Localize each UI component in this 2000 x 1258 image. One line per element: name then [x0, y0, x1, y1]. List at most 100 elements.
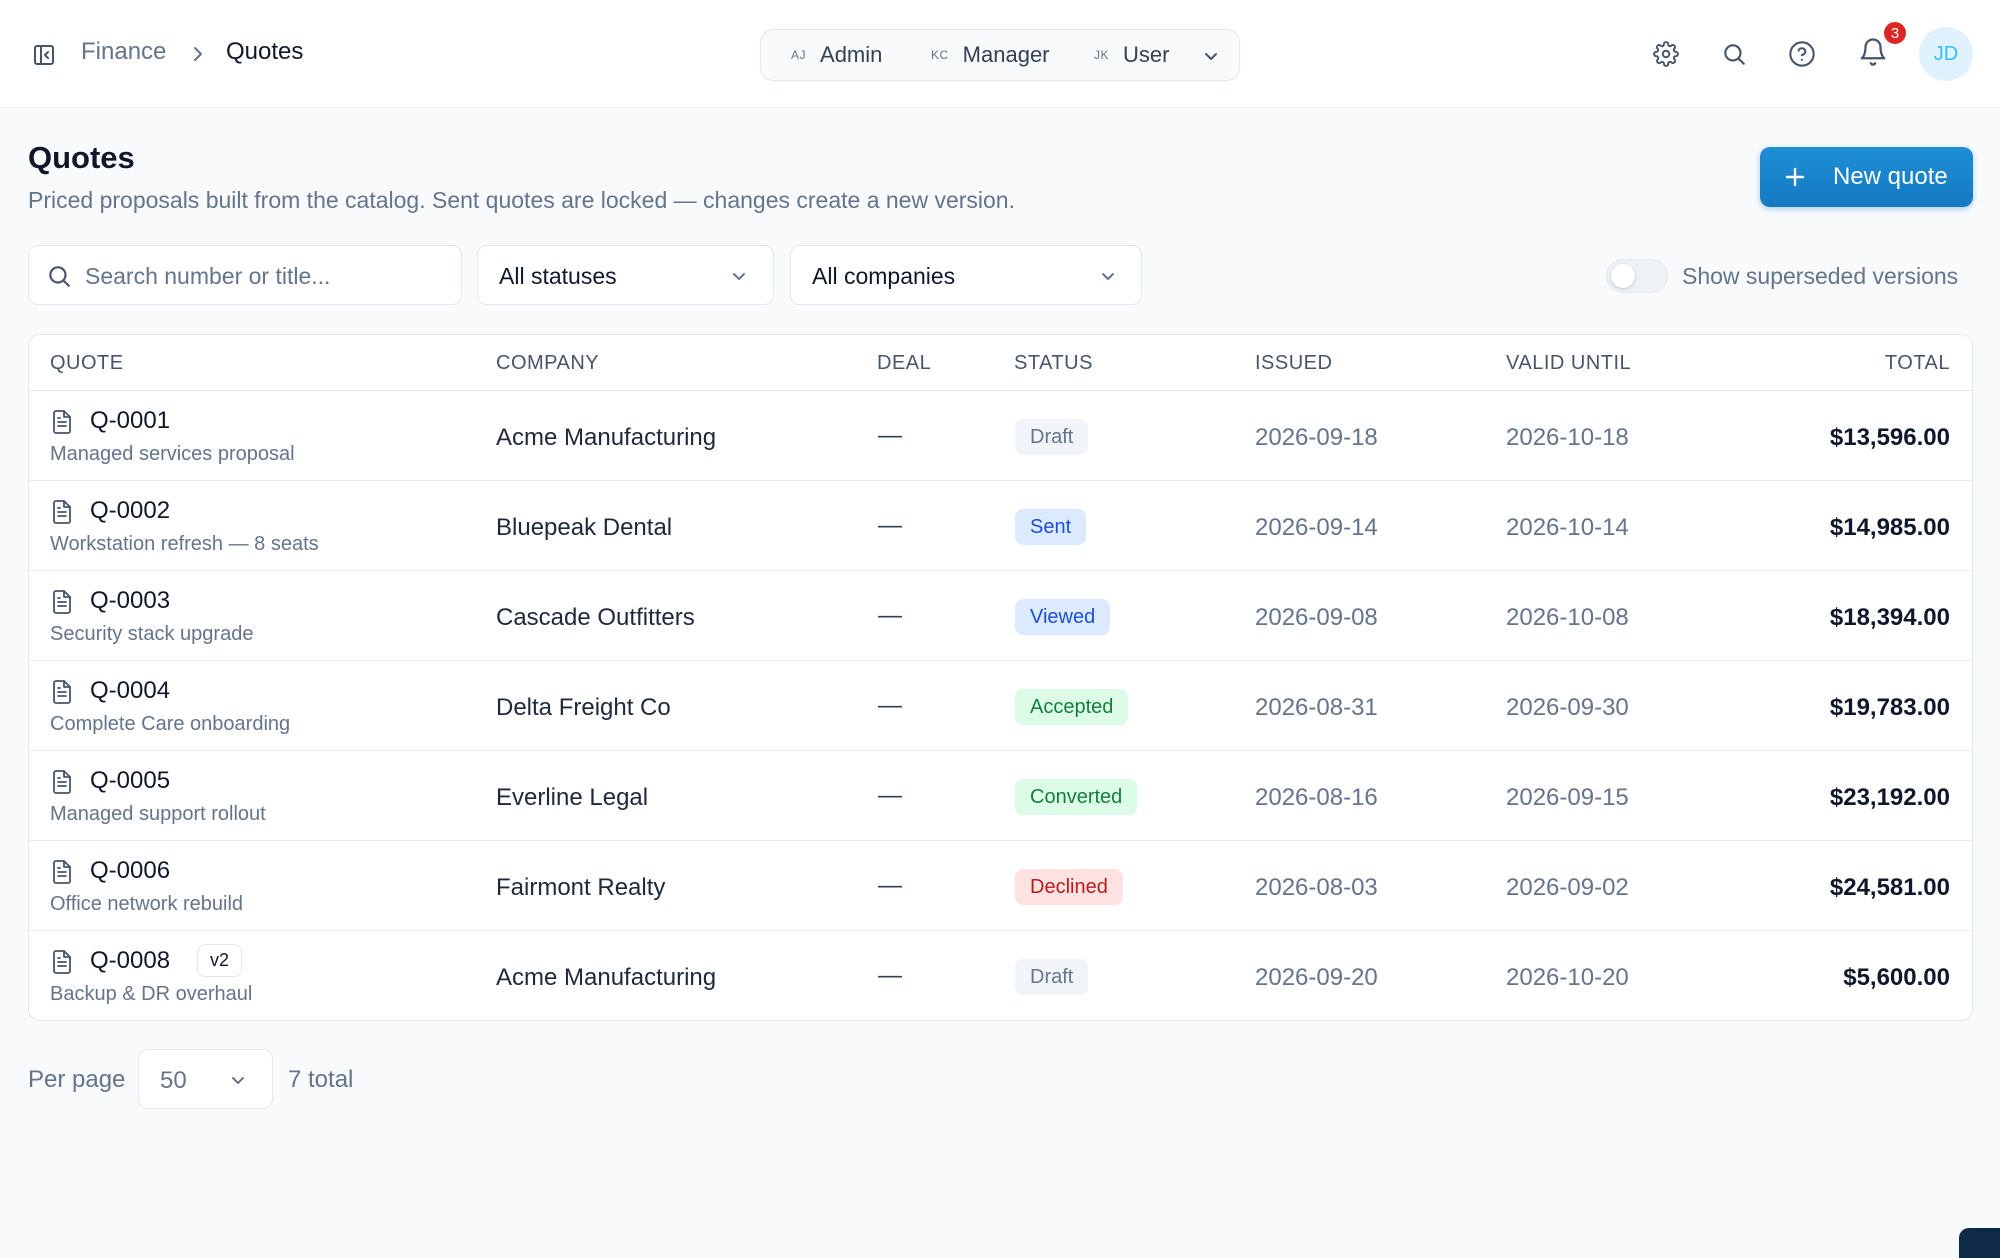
quote-total: $13,596.00 — [1829, 424, 1950, 451]
page-subtitle: Priced proposals built from the catalog.… — [28, 187, 1015, 213]
table-row[interactable]: Q-0006 Office network rebuild Fairmont Rea… — [29, 841, 1972, 931]
issued-date: 2026-09-18 — [1255, 424, 1378, 451]
new-quote-button[interactable]: New quote — [1760, 147, 1973, 207]
quote-number[interactable]: Q-0003 — [90, 587, 170, 615]
company-name: Cascade Outfitters — [496, 604, 695, 631]
search-input[interactable]: Search number or title... — [28, 245, 462, 305]
company-name: Delta Freight Co — [496, 694, 671, 721]
quote-total: $5,600.00 — [1843, 964, 1950, 991]
role-initials: AJ — [791, 48, 807, 62]
quotes-table: QUOTE COMPANY DEAL STATUS ISSUED VALID U… — [28, 334, 1973, 1021]
valid-until-date: 2026-10-14 — [1506, 514, 1629, 541]
deal-value: — — [878, 782, 902, 809]
document-icon — [50, 679, 74, 705]
deal-value: — — [878, 422, 902, 449]
role-switcher[interactable]: AJ Admin KC Manager JK User — [760, 29, 1240, 81]
notification-badge: 3 — [1882, 20, 1908, 46]
total-count: 7 total — [288, 1066, 354, 1093]
status-badge: Sent — [1015, 509, 1087, 545]
table-row[interactable]: Q-0008 v2 Backup & DR overhaul Acme Manufac… — [29, 931, 1972, 1020]
company-name: Everline Legal — [496, 784, 649, 811]
deal-value: — — [878, 602, 902, 629]
chevron-down-icon — [1096, 264, 1120, 288]
quote-number[interactable]: Q-0002 — [90, 497, 170, 525]
table-header: QUOTE COMPANY DEAL STATUS ISSUED VALID U… — [29, 335, 1972, 391]
role-admin[interactable]: AJ Admin — [791, 42, 882, 68]
quote-title: Workstation refresh — 8 seats — [50, 533, 319, 555]
column-header-quote[interactable]: QUOTE — [50, 352, 124, 375]
issued-date: 2026-09-08 — [1255, 604, 1378, 631]
column-header-company[interactable]: COMPANY — [496, 352, 599, 375]
status-filter-value: All statuses — [499, 263, 617, 289]
valid-until-date: 2026-10-18 — [1506, 424, 1629, 451]
quote-title: Security stack upgrade — [50, 623, 254, 645]
search-icon — [46, 263, 72, 289]
quote-number[interactable]: Q-0004 — [90, 677, 170, 705]
quote-title: Managed services proposal — [50, 443, 295, 465]
role-label: User — [1123, 42, 1170, 67]
table-row[interactable]: Q-0005 Managed support rollout Everline Le… — [29, 751, 1972, 841]
superseded-toggle[interactable] — [1606, 259, 1668, 293]
table-row[interactable]: Q-0002 Workstation refresh — 8 seats Bluep… — [29, 481, 1972, 571]
table-row[interactable]: Q-0004 Complete Care onboarding Delta Frei… — [29, 661, 1972, 751]
avatar[interactable]: JD — [1919, 27, 1973, 81]
version-badge: v2 — [197, 944, 243, 977]
issued-date: 2026-09-14 — [1255, 514, 1378, 541]
assistant-launcher-button[interactable] — [1959, 1228, 2000, 1258]
column-header-total[interactable]: TOTAL — [1885, 352, 1950, 375]
document-icon — [50, 769, 74, 795]
quote-total: $23,192.00 — [1829, 784, 1950, 811]
sidebar-toggle-icon[interactable] — [30, 41, 58, 69]
table-row[interactable]: Q-0001 Managed services proposal Acme Manu… — [29, 391, 1972, 481]
search-icon[interactable] — [1717, 37, 1751, 71]
deal-value: — — [878, 962, 902, 989]
page-title: Quotes — [28, 140, 135, 175]
per-page-select[interactable]: 50 — [138, 1049, 273, 1109]
role-label: Admin — [820, 42, 883, 67]
role-initials: JK — [1094, 48, 1110, 62]
help-icon[interactable] — [1785, 37, 1819, 71]
company-filter-select[interactable]: All companies — [790, 245, 1142, 305]
deal-value: — — [878, 692, 902, 719]
quote-title: Backup & DR overhaul — [50, 983, 253, 1005]
quote-total: $19,783.00 — [1829, 694, 1950, 721]
valid-until-date: 2026-09-30 — [1506, 694, 1629, 721]
role-label: Manager — [962, 42, 1050, 67]
status-filter-select[interactable]: All statuses — [477, 245, 774, 305]
gear-icon[interactable] — [1649, 37, 1683, 71]
column-header-deal[interactable]: DEAL — [877, 352, 931, 375]
company-name: Acme Manufacturing — [496, 424, 717, 451]
valid-until-date: 2026-09-02 — [1506, 874, 1629, 901]
quote-total: $24,581.00 — [1829, 874, 1950, 901]
quote-total: $18,394.00 — [1829, 604, 1950, 631]
role-user[interactable]: JK User — [1094, 42, 1169, 68]
top-bar: Finance Quotes AJ Admin KC Manager JK Us… — [0, 0, 2000, 108]
chevron-down-icon — [727, 264, 751, 288]
column-header-valid-until[interactable]: VALID UNTIL — [1506, 352, 1631, 375]
chevron-down-icon — [226, 1068, 250, 1092]
status-badge: Draft — [1015, 419, 1089, 455]
breadcrumb-finance[interactable]: Finance — [81, 38, 166, 66]
quote-number[interactable]: Q-0001 — [90, 407, 170, 435]
chevron-down-icon[interactable] — [1199, 44, 1223, 68]
company-filter-value: All companies — [812, 263, 956, 289]
quote-number[interactable]: Q-0006 — [90, 857, 170, 885]
table-row[interactable]: Q-0003 Security stack upgrade Cascade Outf… — [29, 571, 1972, 661]
chevron-right-icon — [188, 42, 208, 66]
valid-until-date: 2026-10-08 — [1506, 604, 1629, 631]
quote-total: $14,985.00 — [1829, 514, 1950, 541]
status-badge: Accepted — [1015, 689, 1129, 725]
role-manager[interactable]: KC Manager — [931, 42, 1050, 68]
issued-date: 2026-08-16 — [1255, 784, 1378, 811]
deal-value: — — [878, 872, 902, 899]
quote-title: Complete Care onboarding — [50, 713, 291, 735]
column-header-issued[interactable]: ISSUED — [1255, 352, 1332, 375]
status-badge: Declined — [1015, 869, 1123, 905]
new-quote-label: New quote — [1833, 163, 1948, 190]
document-icon — [50, 859, 74, 885]
quote-number[interactable]: Q-0008 — [90, 947, 170, 975]
quote-number[interactable]: Q-0005 — [90, 767, 170, 795]
issued-date: 2026-09-20 — [1255, 964, 1378, 991]
column-header-status[interactable]: STATUS — [1014, 352, 1093, 375]
per-page-value: 50 — [160, 1067, 187, 1094]
